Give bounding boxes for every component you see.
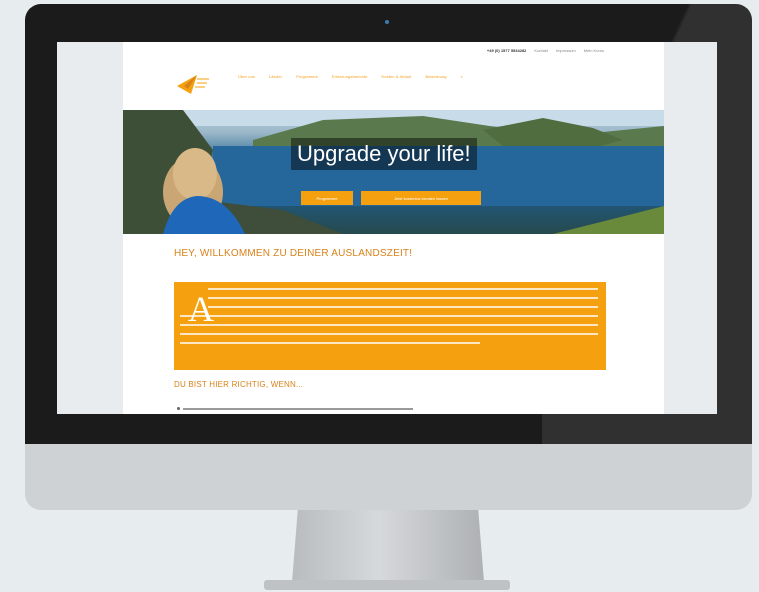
nav-item-countries[interactable]: Länder xyxy=(269,74,282,79)
text-line xyxy=(208,297,598,299)
nav-item-programs[interactable]: Programme xyxy=(296,74,318,79)
nav-items: Über uns Länder Programme Erfahrungsberi… xyxy=(238,74,463,79)
programs-button[interactable]: Programme xyxy=(301,191,353,205)
topbar-link-imprint[interactable]: Impressum xyxy=(556,48,576,53)
nav-item-about[interactable]: Über uns xyxy=(238,74,255,79)
intro-text-lines xyxy=(180,288,598,351)
phone-number[interactable]: +49 (0) 1577 5534282 xyxy=(487,48,526,53)
monitor-stand-base xyxy=(264,580,510,590)
search-icon[interactable]: ⌕ xyxy=(461,74,463,79)
consultation-button[interactable]: Jetzt kostenlos beraten lassen xyxy=(361,191,481,205)
monitor-chin xyxy=(25,444,752,510)
text-line xyxy=(180,342,480,344)
text-line xyxy=(208,288,598,290)
top-bar: +49 (0) 1577 5534282 Kontakt Impressum M… xyxy=(123,42,664,58)
text-line xyxy=(208,306,598,308)
hero-banner: Upgrade your life! Programme Jetzt koste… xyxy=(123,110,664,234)
intro-box: A xyxy=(174,282,606,370)
welcome-heading: HEY, WILLKOMMEN ZU DEINER AUSLANDSZEIT! xyxy=(174,248,413,259)
nav-item-apply[interactable]: Bewerbung xyxy=(425,74,446,79)
section-heading: DU BIST HIER RICHTIG, WENN... xyxy=(174,380,304,389)
topbar-link-account[interactable]: Mein Konto xyxy=(584,48,604,53)
bullet-icon xyxy=(177,407,180,410)
camera-icon xyxy=(385,20,389,24)
nav-item-reports[interactable]: Erfahrungsberichte xyxy=(332,74,368,79)
hero-title: Upgrade your life! xyxy=(291,138,477,170)
monitor-stand xyxy=(292,510,484,582)
text-line xyxy=(180,315,598,317)
monitor-screen: +49 (0) 1577 5534282 Kontakt Impressum M… xyxy=(57,42,717,414)
text-line xyxy=(180,333,598,335)
logo-icon[interactable] xyxy=(175,72,211,96)
topbar-link-contact[interactable]: Kontakt xyxy=(534,48,548,53)
text-line xyxy=(180,324,598,326)
nav-item-costs[interactable]: Kosten & Ablauf xyxy=(382,74,412,79)
website: +49 (0) 1577 5534282 Kontakt Impressum M… xyxy=(123,42,664,414)
bullet-text-line xyxy=(183,408,413,410)
main-navigation: Über uns Länder Programme Erfahrungsberi… xyxy=(123,62,664,108)
hero-landscape xyxy=(123,110,664,234)
